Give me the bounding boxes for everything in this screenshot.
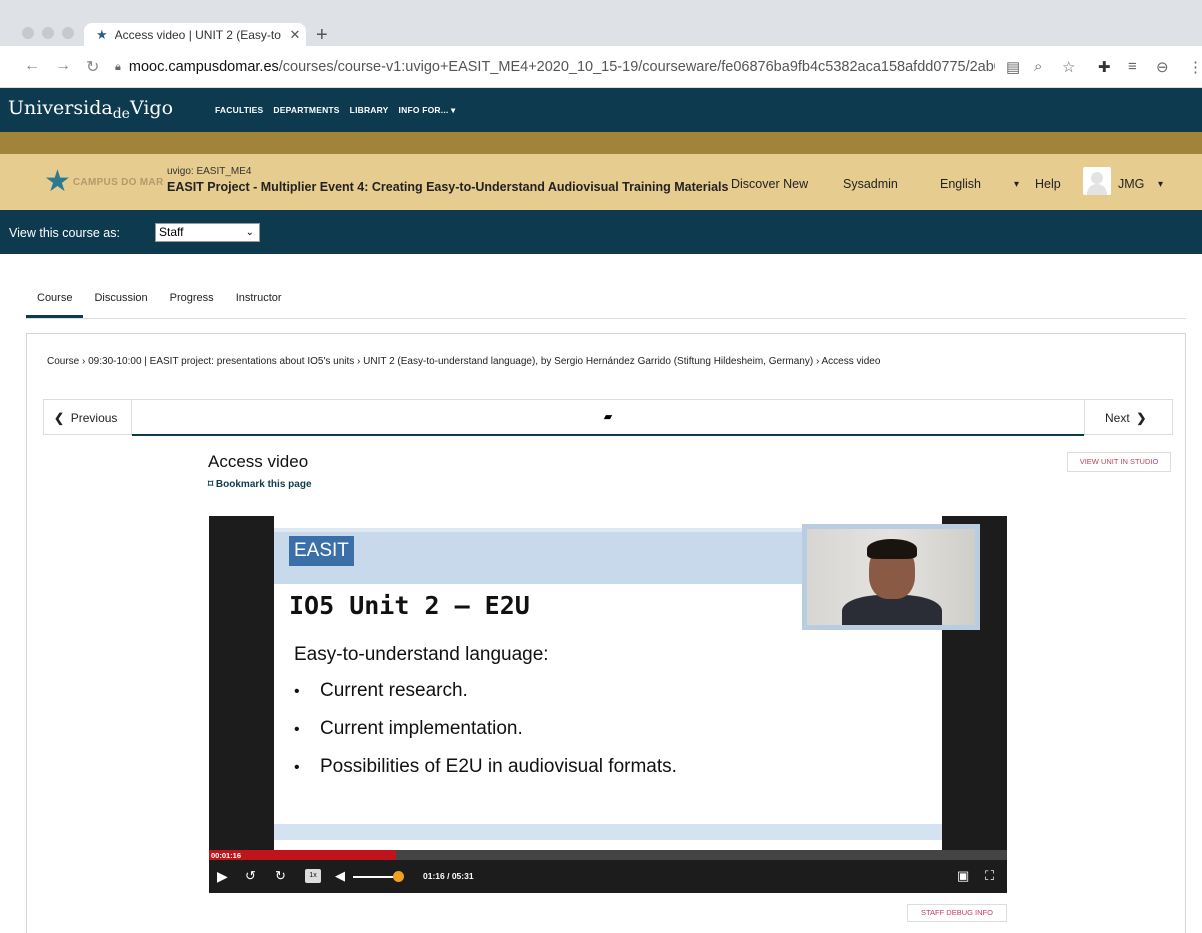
favicon-star-icon: ★ bbox=[96, 26, 108, 42]
breadcrumb[interactable]: Course › 09:30-10:00 | EASIT project: pr… bbox=[47, 356, 880, 367]
video-timecode: 01:16 / 05:31 bbox=[423, 871, 474, 881]
sequence-nav: ❮ Previous ▰ Next ❯ bbox=[43, 399, 1173, 436]
chevron-right-icon: ❯ bbox=[1136, 411, 1147, 425]
window-close-button[interactable] bbox=[22, 27, 34, 39]
slide-bullet: Possibilities of E2U in audiovisual form… bbox=[294, 756, 677, 794]
fullscreen-icon[interactable]: ⛶ bbox=[985, 868, 994, 884]
slide-bullets: Current research. Current implementation… bbox=[294, 680, 677, 794]
window-zoom-button[interactable] bbox=[62, 27, 74, 39]
course-header: ★ CAMPUS DO MAR uvigo: EASIT_ME4 EASIT P… bbox=[0, 154, 1202, 210]
video-controls: ▶ ↺ ↻ 1x ◀ 01:16 / 05:31 ▣ ⛶ bbox=[209, 860, 1007, 893]
view-as-select[interactable]: Staff ⌄ bbox=[155, 223, 260, 242]
tab-progress[interactable]: Progress bbox=[159, 290, 225, 318]
playback-speed-button[interactable]: 1x bbox=[305, 869, 321, 883]
browser-toolbar: ← → ↻ 🔒︎ mooc.campusdomar.es /courses/co… bbox=[0, 46, 1202, 88]
slide-bullet: Current implementation. bbox=[294, 718, 677, 756]
video-unit-icon: ▰ bbox=[603, 411, 613, 423]
back-arrow-icon[interactable]: ← bbox=[24, 57, 40, 75]
video-frame: EASIT IO5 Unit 2 – E2U Easy-to-understan… bbox=[274, 516, 980, 850]
nav-info-for[interactable]: INFO FOR... ▾ bbox=[399, 105, 456, 116]
presenter-image bbox=[807, 529, 975, 625]
profile-icon[interactable]: ⊖ bbox=[1156, 58, 1169, 76]
easit-logo: EASIT bbox=[289, 536, 354, 566]
bookmark-star-icon[interactable]: ☆ bbox=[1062, 58, 1075, 76]
help-link[interactable]: Help bbox=[1035, 177, 1061, 191]
close-tab-icon[interactable]: ✕ bbox=[284, 27, 306, 43]
sysadmin-link[interactable]: Sysadmin bbox=[843, 177, 898, 191]
nav-departments[interactable]: DEPARTMENTS bbox=[273, 105, 339, 116]
bookmark-button[interactable]: ⌑ Bookmark this page bbox=[208, 479, 312, 490]
browser-tab-bar: ★ Access video | UNIT 2 (Easy-to ✕ + bbox=[0, 0, 1202, 46]
play-icon[interactable]: ▶ bbox=[217, 868, 228, 885]
captions-icon[interactable]: ▣ bbox=[957, 868, 969, 884]
elapsed-time-tooltip: 00:01:16 bbox=[211, 851, 242, 860]
user-avatar[interactable] bbox=[1083, 167, 1111, 195]
slide-bullet: Current research. bbox=[294, 680, 677, 718]
campus-do-mar-logo[interactable]: ★ CAMPUS DO MAR bbox=[44, 165, 163, 198]
zoom-icon[interactable]: ⌕ bbox=[1034, 58, 1042, 75]
address-bar[interactable]: 🔒︎ mooc.campusdomar.es /courses/course-v… bbox=[115, 54, 995, 80]
university-header: UniversidadeVigo FACULTIES DEPARTMENTS L… bbox=[0, 88, 1202, 132]
chevron-left-icon: ❮ bbox=[54, 411, 65, 425]
volume-icon[interactable]: ◀ bbox=[335, 868, 345, 884]
translate-icon[interactable]: ▤ bbox=[1006, 58, 1020, 76]
sequence-unit-tab[interactable]: ▰ bbox=[132, 400, 1084, 436]
university-nav: FACULTIES DEPARTMENTS LIBRARY INFO FOR..… bbox=[215, 105, 455, 116]
campus-star-icon: ★ bbox=[44, 165, 71, 198]
forward-arrow-icon[interactable]: → bbox=[55, 57, 71, 75]
url-path: /courses/course-v1:uvigo+EASIT_ME4+2020_… bbox=[278, 59, 995, 75]
previous-button[interactable]: ❮ Previous bbox=[44, 400, 132, 436]
video-player[interactable]: EASIT IO5 Unit 2 – E2U Easy-to-understan… bbox=[209, 516, 1007, 893]
unit-title: Access video bbox=[208, 452, 309, 471]
nav-library[interactable]: LIBRARY bbox=[350, 105, 389, 116]
extensions-icon[interactable]: ✚ bbox=[1098, 58, 1111, 76]
video-progress-bar[interactable] bbox=[209, 850, 1007, 860]
nav-faculties[interactable]: FACULTIES bbox=[215, 105, 263, 116]
url-host: mooc.campusdomar.es bbox=[128, 59, 279, 75]
staff-debug-info-button[interactable]: STAFF DEBUG INFO bbox=[907, 904, 1007, 922]
chevron-down-icon: ⌄ bbox=[245, 227, 254, 238]
browser-menu-icon[interactable]: ⋮ bbox=[1188, 58, 1202, 76]
presenter-webcam bbox=[802, 524, 980, 630]
tab-title: Access video | UNIT 2 (Easy-to bbox=[114, 27, 281, 42]
bookmark-icon: ⌑ bbox=[208, 479, 214, 490]
user-menu-chevron-icon[interactable]: ▾ bbox=[1158, 179, 1163, 190]
volume-slider[interactable] bbox=[353, 876, 397, 878]
course-org: uvigo: EASIT_ME4 bbox=[167, 166, 252, 177]
slide-intro: Easy-to-understand language: bbox=[294, 644, 549, 665]
tab-discussion[interactable]: Discussion bbox=[83, 290, 158, 318]
language-chevron-icon[interactable]: ▾ bbox=[1014, 179, 1019, 190]
user-menu[interactable]: JMG bbox=[1118, 177, 1144, 191]
next-button[interactable]: Next ❯ bbox=[1084, 400, 1172, 436]
tab-instructor[interactable]: Instructor bbox=[225, 290, 293, 318]
forward-icon[interactable]: ↻ bbox=[275, 868, 286, 884]
slide-title: IO5 Unit 2 – E2U bbox=[289, 591, 530, 620]
view-as-bar: View this course as: Staff ⌄ bbox=[0, 210, 1202, 254]
course-title: EASIT Project - Multiplier Event 4: Crea… bbox=[167, 180, 729, 194]
view-in-studio-button[interactable]: VIEW UNIT IN STUDIO bbox=[1067, 452, 1171, 472]
language-select[interactable]: English bbox=[940, 177, 981, 191]
discover-new-link[interactable]: Discover New bbox=[731, 177, 808, 191]
tabs-divider bbox=[26, 318, 1186, 319]
new-tab-icon[interactable]: + bbox=[316, 24, 328, 47]
rewind-icon[interactable]: ↺ bbox=[245, 868, 256, 884]
volume-slider-handle[interactable] bbox=[393, 871, 404, 882]
slide-footer-band bbox=[274, 824, 942, 840]
university-logo[interactable]: UniversidadeVigo bbox=[8, 97, 173, 122]
tab-course[interactable]: Course bbox=[26, 290, 84, 318]
view-as-label: View this course as: bbox=[9, 226, 120, 240]
header-divider bbox=[0, 132, 1202, 154]
lock-icon: 🔒︎ bbox=[115, 60, 121, 73]
courseware-panel: Course › 09:30-10:00 | EASIT project: pr… bbox=[26, 333, 1186, 933]
browser-tab[interactable]: ★ Access video | UNIT 2 (Easy-to ✕ bbox=[84, 23, 306, 46]
reading-list-icon[interactable]: ≡ bbox=[1128, 58, 1137, 75]
course-tabs: Course Discussion Progress Instructor bbox=[26, 290, 293, 318]
reload-icon[interactable]: ↻ bbox=[86, 57, 99, 77]
window-minimize-button[interactable] bbox=[42, 27, 54, 39]
